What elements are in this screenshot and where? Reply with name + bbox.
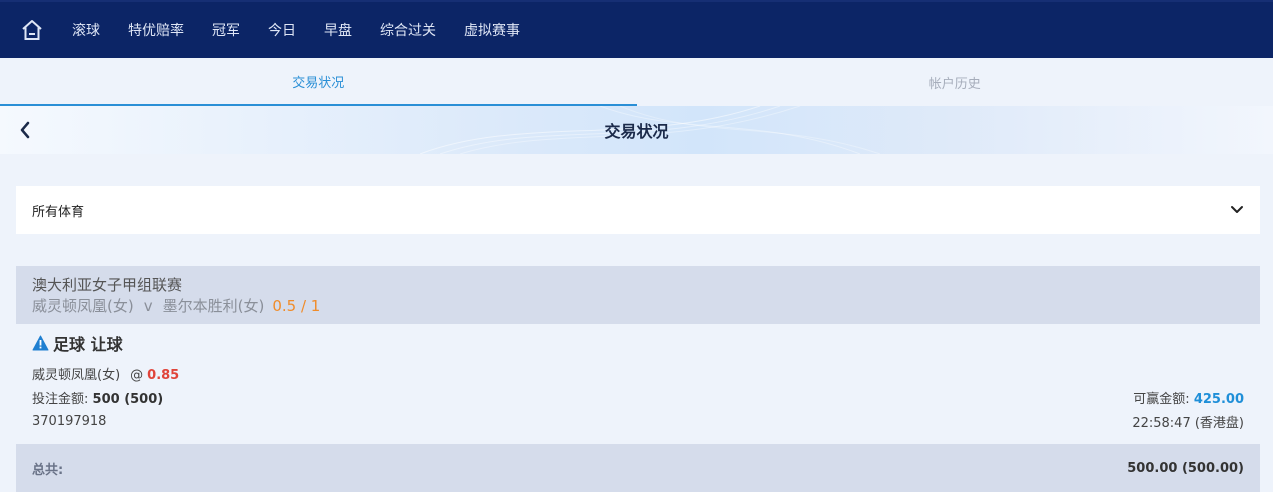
- chevron-down-icon: [1231, 206, 1243, 213]
- nav-item-special-odds[interactable]: 特优赔率: [128, 20, 184, 40]
- tab-bet-status[interactable]: 交易状况: [0, 58, 637, 106]
- warning-icon: [32, 335, 49, 351]
- page-title: 交易状况: [604, 122, 669, 141]
- total-value: 500.00 (500.00): [1127, 460, 1244, 476]
- home-button[interactable]: [0, 1, 64, 59]
- league-header: 澳大利亚女子甲组联赛 威灵顿凤凰(女) v 墨尔本胜利(女) 0.5 / 1: [16, 266, 1260, 324]
- win-label: 可赢金额:: [1133, 391, 1190, 407]
- tab-bar: 交易状况 帐户历史: [0, 58, 1273, 106]
- bet-type: 足球 让球: [53, 335, 123, 354]
- nav-item-today[interactable]: 今日: [268, 20, 296, 40]
- stake-value: 500 (500): [92, 391, 164, 407]
- top-navigation: 滚球 特优赔率 冠军 今日 早盘 综合过关 虚拟赛事: [0, 0, 1273, 58]
- odds-value: 0.85: [147, 367, 180, 383]
- home-team: 威灵顿凤凰(女): [32, 297, 134, 315]
- bet-time: 22:58:47 (香港盘): [1132, 415, 1244, 431]
- nav-item-virtual[interactable]: 虚拟赛事: [464, 20, 520, 40]
- back-button[interactable]: [14, 118, 36, 142]
- nav-item-live[interactable]: 滚球: [72, 20, 100, 40]
- versus-label: v: [143, 297, 153, 315]
- nav-item-outright[interactable]: 冠军: [212, 20, 240, 40]
- page-header: 交易状况: [0, 106, 1273, 154]
- bet-detail: 足球 让球 威灵顿凤凰(女) @0.85 投注金额: 500 (500) 可赢金额…: [16, 324, 1260, 444]
- away-team: 墨尔本胜利(女): [162, 297, 265, 315]
- chevron-left-icon: [20, 121, 30, 139]
- at-symbol: @: [130, 367, 144, 383]
- home-icon: [22, 20, 42, 40]
- selection-row: 威灵顿凤凰(女) @0.85: [32, 361, 1244, 385]
- ticket-row: 370197918 22:58:47 (香港盘): [32, 409, 1244, 433]
- league-name: 澳大利亚女子甲组联赛: [32, 276, 183, 294]
- match-line: 威灵顿凤凰(女) v 墨尔本胜利(女) 0.5 / 1: [32, 295, 1244, 317]
- bet-type-row: 足球 让球: [32, 332, 1244, 354]
- total-label: 总共:: [32, 462, 64, 478]
- handicap-value: 0.5 / 1: [272, 297, 321, 315]
- stake-label: 投注金额:: [32, 391, 89, 407]
- selection-team: 威灵顿凤凰(女): [32, 367, 121, 383]
- ticket-id: 370197918: [32, 413, 107, 429]
- win-value: 425.00: [1193, 391, 1244, 407]
- nav-item-parlay[interactable]: 综合过关: [380, 20, 436, 40]
- sport-filter-dropdown[interactable]: 所有体育: [16, 186, 1260, 234]
- sport-filter-value: 所有体育: [32, 204, 85, 220]
- total-row: 总共: 500.00 (500.00): [16, 444, 1260, 492]
- stake-row: 投注金额: 500 (500) 可赢金额: 425.00: [32, 385, 1244, 409]
- tab-account-history[interactable]: 帐户历史: [637, 58, 1273, 106]
- nav-item-early[interactable]: 早盘: [324, 20, 352, 40]
